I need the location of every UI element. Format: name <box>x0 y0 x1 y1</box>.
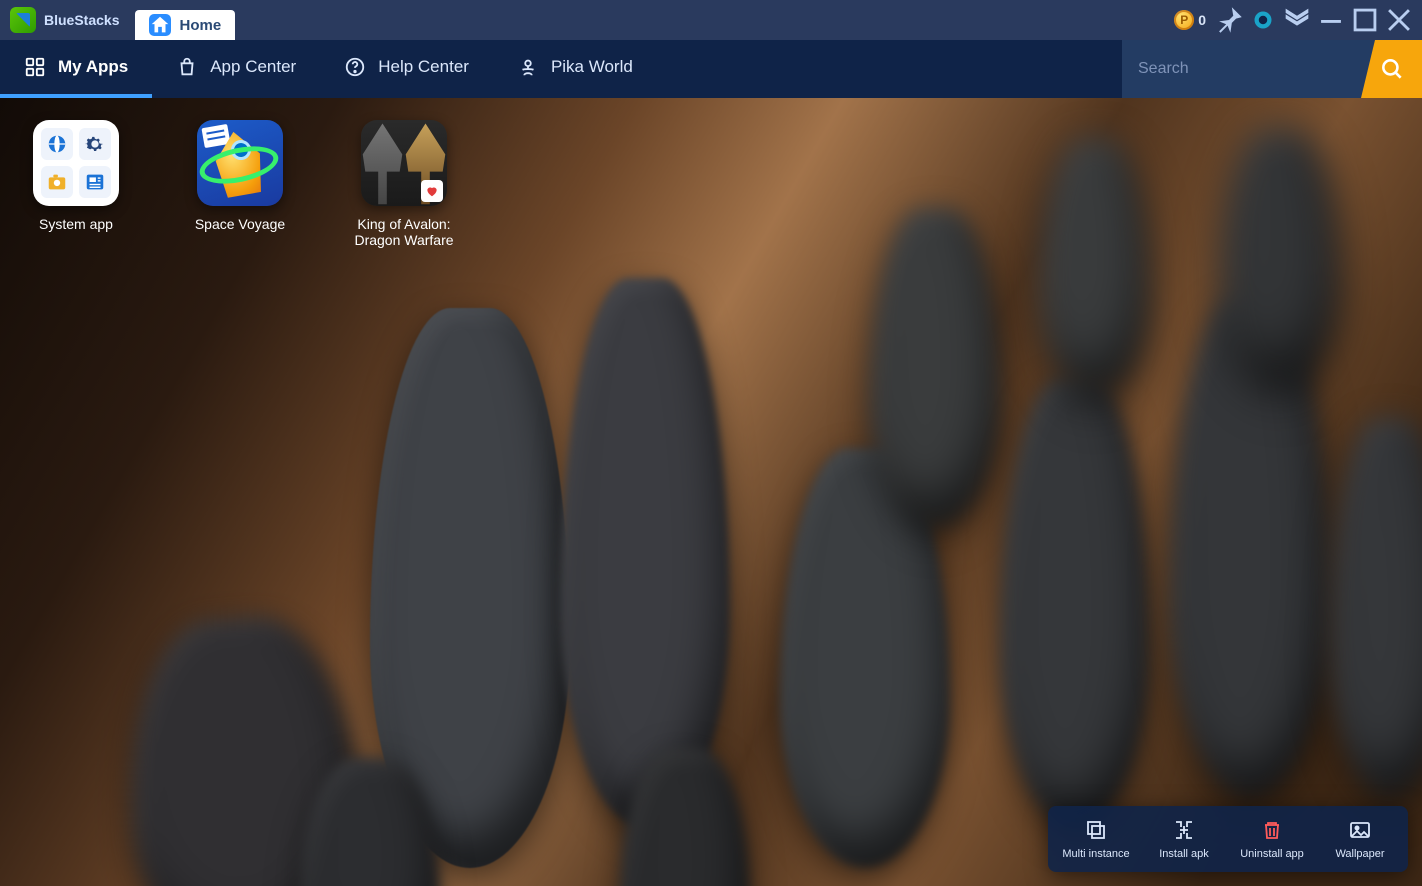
navbar: My Apps App Center Help Center Pika Worl… <box>0 40 1422 98</box>
collapse-button[interactable] <box>1280 5 1314 35</box>
coin-icon: P <box>1174 10 1194 30</box>
chess-piece-decoration <box>1330 418 1422 798</box>
app-space-voyage[interactable]: Space Voyage <box>186 120 294 248</box>
minimize-button[interactable] <box>1314 5 1348 35</box>
brand: BlueStacks <box>10 7 119 33</box>
chess-piece-decoration <box>1000 378 1150 828</box>
app-grid: System app Space Voyage <box>22 120 458 248</box>
dock-multi-instance[interactable]: Multi instance <box>1052 812 1140 866</box>
camera-icon <box>41 166 73 198</box>
app-tile <box>197 120 283 206</box>
app-king-of-avalon[interactable]: King of Avalon: Dragon Warfare <box>350 120 458 248</box>
nav-item-label: App Center <box>210 57 296 77</box>
app-tile <box>361 120 447 206</box>
search-button[interactable] <box>1361 40 1422 98</box>
chess-piece-decoration <box>1040 138 1150 398</box>
location-button[interactable] <box>1246 5 1280 35</box>
coin-value: 0 <box>1198 12 1206 28</box>
home-icon <box>149 14 171 36</box>
close-button[interactable] <box>1382 5 1416 35</box>
chess-piece-decoration <box>1220 128 1340 388</box>
search-box <box>1122 40 1422 98</box>
coin-counter[interactable]: P 0 <box>1174 10 1206 30</box>
nav-item-pika-world[interactable]: Pika World <box>493 40 657 98</box>
brand-label: BlueStacks <box>44 12 119 28</box>
pin-button[interactable] <box>1212 5 1246 35</box>
gear-icon <box>79 128 111 160</box>
dock-label: Uninstall app <box>1240 848 1304 860</box>
tab-home[interactable]: Home <box>135 10 235 40</box>
dock-label: Install apk <box>1159 848 1209 860</box>
dock-wallpaper[interactable]: Wallpaper <box>1316 812 1404 866</box>
nav-item-label: Help Center <box>378 57 469 77</box>
chess-piece-decoration <box>560 278 730 828</box>
dock-label: Wallpaper <box>1335 848 1384 860</box>
chess-piece-decoration <box>870 208 1000 528</box>
dock-uninstall-app[interactable]: Uninstall app <box>1228 812 1316 866</box>
bluestacks-logo-icon <box>10 7 36 33</box>
titlebar: BlueStacks Home P 0 <box>0 0 1422 40</box>
app-system[interactable]: System app <box>22 120 130 248</box>
maximize-button[interactable] <box>1348 5 1382 35</box>
dock: Multi instance Install apk Uninstall app… <box>1048 806 1408 872</box>
nav-item-app-center[interactable]: App Center <box>152 40 320 98</box>
nav-item-my-apps[interactable]: My Apps <box>0 40 152 98</box>
nav-item-label: Pika World <box>551 57 633 77</box>
app-tile <box>33 120 119 206</box>
nav-item-help-center[interactable]: Help Center <box>320 40 493 98</box>
knight-icon <box>361 120 404 206</box>
search-input[interactable] <box>1122 40 1361 98</box>
window: BlueStacks Home P 0 <box>0 0 1422 886</box>
favorite-badge <box>421 180 443 202</box>
app-label: King of Avalon: Dragon Warfare <box>350 216 458 248</box>
news-icon <box>79 166 111 198</box>
globe-icon <box>41 128 73 160</box>
tab-home-label: Home <box>179 17 221 34</box>
desktop[interactable]: System app Space Voyage <box>0 98 1422 886</box>
nav-item-label: My Apps <box>58 57 128 77</box>
app-label: System app <box>39 216 113 232</box>
dock-install-apk[interactable]: Install apk <box>1140 812 1228 866</box>
app-label: Space Voyage <box>195 216 285 232</box>
dock-label: Multi instance <box>1062 848 1129 860</box>
